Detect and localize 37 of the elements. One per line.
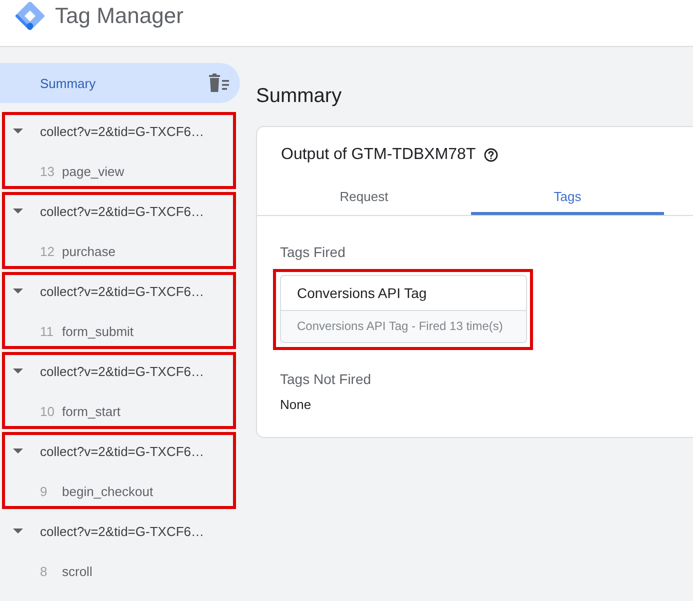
request-url[interactable]: collect?v=2&tid=G-TXCF6… — [40, 444, 204, 458]
request-url[interactable]: collect?v=2&tid=G-TXCF6… — [40, 284, 204, 298]
caret-icon[interactable] — [13, 206, 23, 216]
request-url[interactable]: collect?v=2&tid=G-TXCF6… — [40, 124, 204, 138]
app-title: Tag Manager — [55, 2, 184, 30]
request-url[interactable]: collect?v=2&tid=G-TXCF6… — [40, 204, 204, 218]
caret-icon[interactable] — [13, 526, 23, 536]
caret-icon[interactable] — [13, 126, 23, 136]
event-number: 11 — [40, 324, 54, 338]
section-title: Tags Not Fired — [280, 370, 372, 389]
event-name[interactable]: form_start — [62, 404, 121, 418]
event-name[interactable]: scroll — [62, 564, 92, 578]
tab[interactable]: Tags — [471, 177, 664, 215]
event-number: 9 — [40, 484, 48, 498]
card-title: Output of GTM-TDBXM78T — [281, 145, 476, 165]
event-name[interactable]: form_submit — [62, 324, 134, 338]
tab[interactable]: Request — [257, 177, 471, 215]
caret-icon[interactable] — [13, 446, 23, 456]
tag-fired-detail: Conversions API Tag - Fired 13 time(s) — [281, 311, 526, 342]
event-name[interactable]: purchase — [62, 244, 116, 258]
event-name[interactable]: page_view — [62, 164, 124, 178]
request-url[interactable]: collect?v=2&tid=G-TXCF6… — [40, 524, 204, 538]
page-heading: Summary — [256, 84, 343, 109]
delete-list-icon[interactable] — [208, 73, 232, 93]
caret-icon[interactable] — [13, 366, 23, 376]
event-number: 13 — [40, 164, 56, 178]
empty-value: None — [280, 396, 312, 414]
tag-card[interactable]: Conversions API Tag Conversions API Tag - Fired 13 time(s) — [280, 275, 527, 343]
caret-icon[interactable] — [13, 286, 23, 296]
request-url[interactable]: collect?v=2&tid=G-TXCF6… — [40, 364, 204, 378]
event-number: 12 — [40, 244, 56, 258]
event-name[interactable]: begin_checkout — [62, 484, 154, 498]
section-title: Tags Fired — [280, 243, 346, 262]
help-icon[interactable] — [484, 148, 498, 162]
event-number: 8 — [40, 564, 48, 578]
event-number: 10 — [40, 404, 56, 418]
summary-nav-item[interactable]: Summary — [0, 63, 240, 103]
